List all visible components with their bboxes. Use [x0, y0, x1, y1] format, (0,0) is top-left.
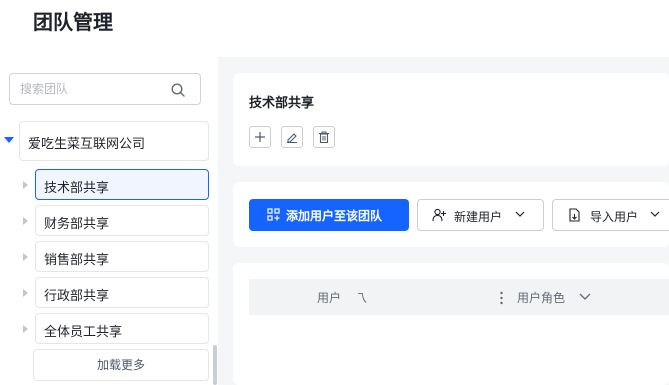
- team-search-input[interactable]: [20, 80, 160, 98]
- delete-group-button[interactable]: [313, 126, 335, 148]
- tree-item-label: 技术部共享: [44, 181, 110, 196]
- new-user-label: 新建用户: [454, 210, 503, 224]
- tree-item-label: 财务部共享: [44, 217, 110, 232]
- tree-item-tech[interactable]: 技术部共享: [35, 169, 209, 200]
- team-search-box[interactable]: [9, 73, 201, 105]
- tree-item-arrow-icon[interactable]: [23, 253, 28, 261]
- add-user-to-team-label: 添加用户至该团队: [286, 209, 383, 223]
- tree-item-admin[interactable]: 行政部共享: [35, 277, 209, 308]
- tree-item-label: 行政部共享: [44, 289, 110, 304]
- tree-root-label: 爱吃生菜互联网公司: [28, 137, 146, 152]
- import-user-button[interactable]: 导入用户: [552, 199, 669, 231]
- tree-item-sales[interactable]: 销售部共享: [35, 241, 209, 272]
- column-header-user[interactable]: 用户: [317, 289, 341, 306]
- tree-item-arrow-icon[interactable]: [23, 217, 28, 225]
- add-user-to-team-button[interactable]: 添加用户至该团队: [249, 199, 409, 231]
- search-icon[interactable]: [170, 82, 186, 98]
- tree-root-caret-icon[interactable]: [4, 137, 14, 143]
- chevron-down-icon: [650, 211, 660, 217]
- chevron-down-icon[interactable]: [579, 293, 591, 301]
- tree-root-company[interactable]: 爱吃生菜互联网公司: [19, 121, 209, 161]
- add-member-icon: [267, 208, 280, 221]
- import-file-icon: [569, 208, 580, 222]
- chevron-down-icon: [515, 211, 525, 217]
- edit-group-button[interactable]: [281, 126, 303, 148]
- plus-icon: [255, 132, 265, 142]
- tree-item-all-staff[interactable]: 全体员工共享: [35, 313, 209, 344]
- column-header-user-role[interactable]: 用户角色: [517, 289, 565, 306]
- page-title: 团队管理: [33, 10, 113, 34]
- tree-item-label: 销售部共享: [44, 253, 110, 268]
- new-user-button[interactable]: 新建用户: [417, 199, 544, 231]
- tree-item-arrow-icon[interactable]: [23, 325, 28, 333]
- group-title: 技术部共享: [249, 96, 315, 111]
- load-more-button[interactable]: 加载更多: [33, 349, 209, 381]
- tree-item-arrow-icon[interactable]: [23, 181, 28, 189]
- user-plus-icon: [432, 208, 446, 222]
- tree-item-arrow-icon[interactable]: [23, 289, 28, 297]
- column-header-extra[interactable]: 乁: [355, 289, 367, 306]
- group-info-card: [233, 73, 669, 166]
- edit-icon: [287, 133, 297, 143]
- column-resize-handle-icon[interactable]: [500, 291, 503, 305]
- tree-scrollbar[interactable]: [213, 345, 217, 385]
- tree-item-finance[interactable]: 财务部共享: [35, 205, 209, 236]
- user-table-header: [249, 279, 669, 315]
- import-user-label: 导入用户: [590, 210, 639, 224]
- tree-item-label: 全体员工共享: [44, 325, 123, 340]
- add-subgroup-button[interactable]: [249, 126, 271, 148]
- trash-icon: [319, 131, 329, 143]
